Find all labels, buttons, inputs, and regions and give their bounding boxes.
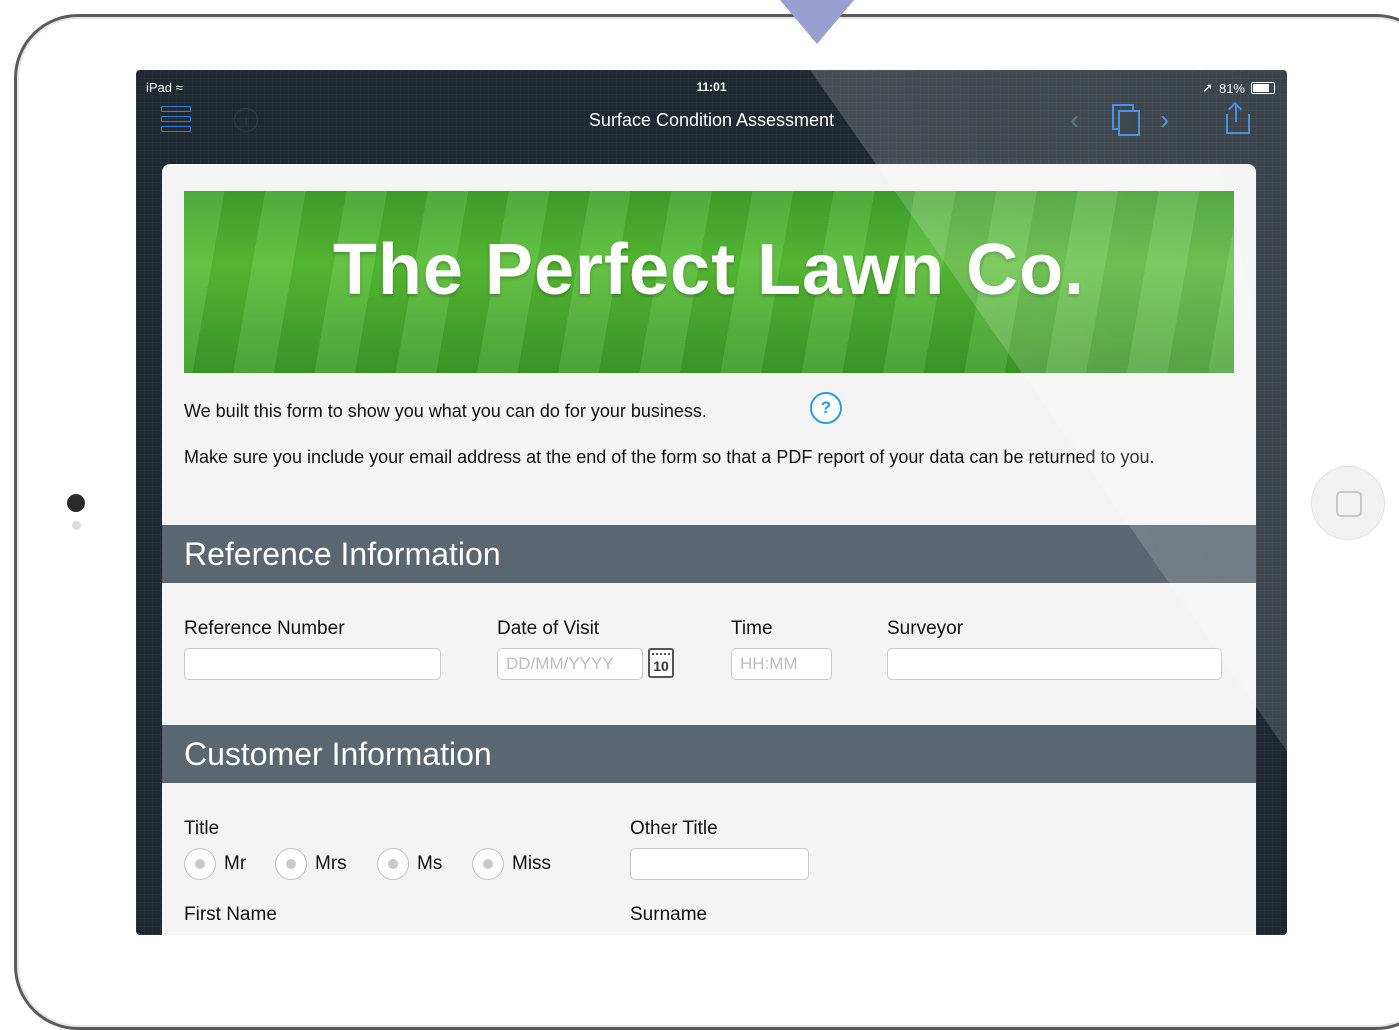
radio-ms[interactable]: Ms [377,848,442,880]
home-button[interactable] [1311,466,1385,540]
surveyor-input[interactable] [887,648,1222,680]
surname-label: Surname [630,904,708,925]
top-marker [780,0,854,44]
camera-dot [67,494,85,512]
intro-text-1: We built this form to show you what you … [184,401,707,421]
radio-circle[interactable] [184,848,216,880]
status-right: ➚ 81% [1202,80,1275,96]
date-label: Date of Visit [497,618,600,639]
section-header-reference: Reference Information [162,525,1256,583]
radio-mrs[interactable]: Mrs [275,848,347,880]
radio-circle[interactable] [472,848,504,880]
date-input[interactable] [497,648,643,680]
status-time: 11:01 [696,80,727,94]
surveyor-label: Surveyor [887,618,964,639]
other-title-input[interactable] [630,848,809,880]
radio-mr[interactable]: Mr [184,848,246,880]
nav-bar: i Surface Condition Assessment ‹ › [136,101,1287,164]
home-square-icon [1336,491,1362,517]
radio-label: Mr [224,853,247,874]
reference-number-label: Reference Number [184,618,345,639]
time-input[interactable] [731,648,832,680]
form-card: The Perfect Lawn Co. We built this form … [162,164,1256,935]
radio-circle[interactable] [275,848,307,880]
forward-chevron-icon[interactable]: › [1160,106,1169,134]
radio-label: Mrs [315,853,347,874]
title-label: Title [184,818,220,839]
battery-percent: 81% [1218,80,1245,96]
radio-miss[interactable]: Miss [472,848,551,880]
back-chevron-icon[interactable]: ‹ [1070,106,1079,134]
status-bar: iPad ≈ 11:01 ➚ 81% [136,70,1287,104]
calendar-icon[interactable]: 10 [648,648,674,678]
battery-fill [1253,84,1270,92]
first-name-label: First Name [184,904,277,925]
reference-number-input[interactable] [184,648,441,680]
screen: iPad ≈ 11:01 ➚ 81% i Surface Condition A… [136,70,1287,935]
banner-text: The Perfect Lawn Co. [332,230,1086,310]
time-label: Time [731,618,773,639]
pages-icon[interactable] [1112,104,1140,136]
radio-circle[interactable] [377,848,409,880]
radio-label: Ms [417,853,443,874]
location-icon: ➚ [1202,80,1213,95]
other-title-label: Other Title [630,818,718,839]
banner-image: The Perfect Lawn Co. [184,191,1234,373]
share-icon[interactable] [1226,101,1250,134]
intro-text-2: Make sure you include your email address… [184,447,1155,467]
help-icon[interactable]: ? [810,392,842,424]
section-header-customer: Customer Information [162,725,1256,783]
radio-label: Miss [512,853,552,874]
sensor-dot [72,521,81,530]
battery-icon [1251,82,1275,94]
